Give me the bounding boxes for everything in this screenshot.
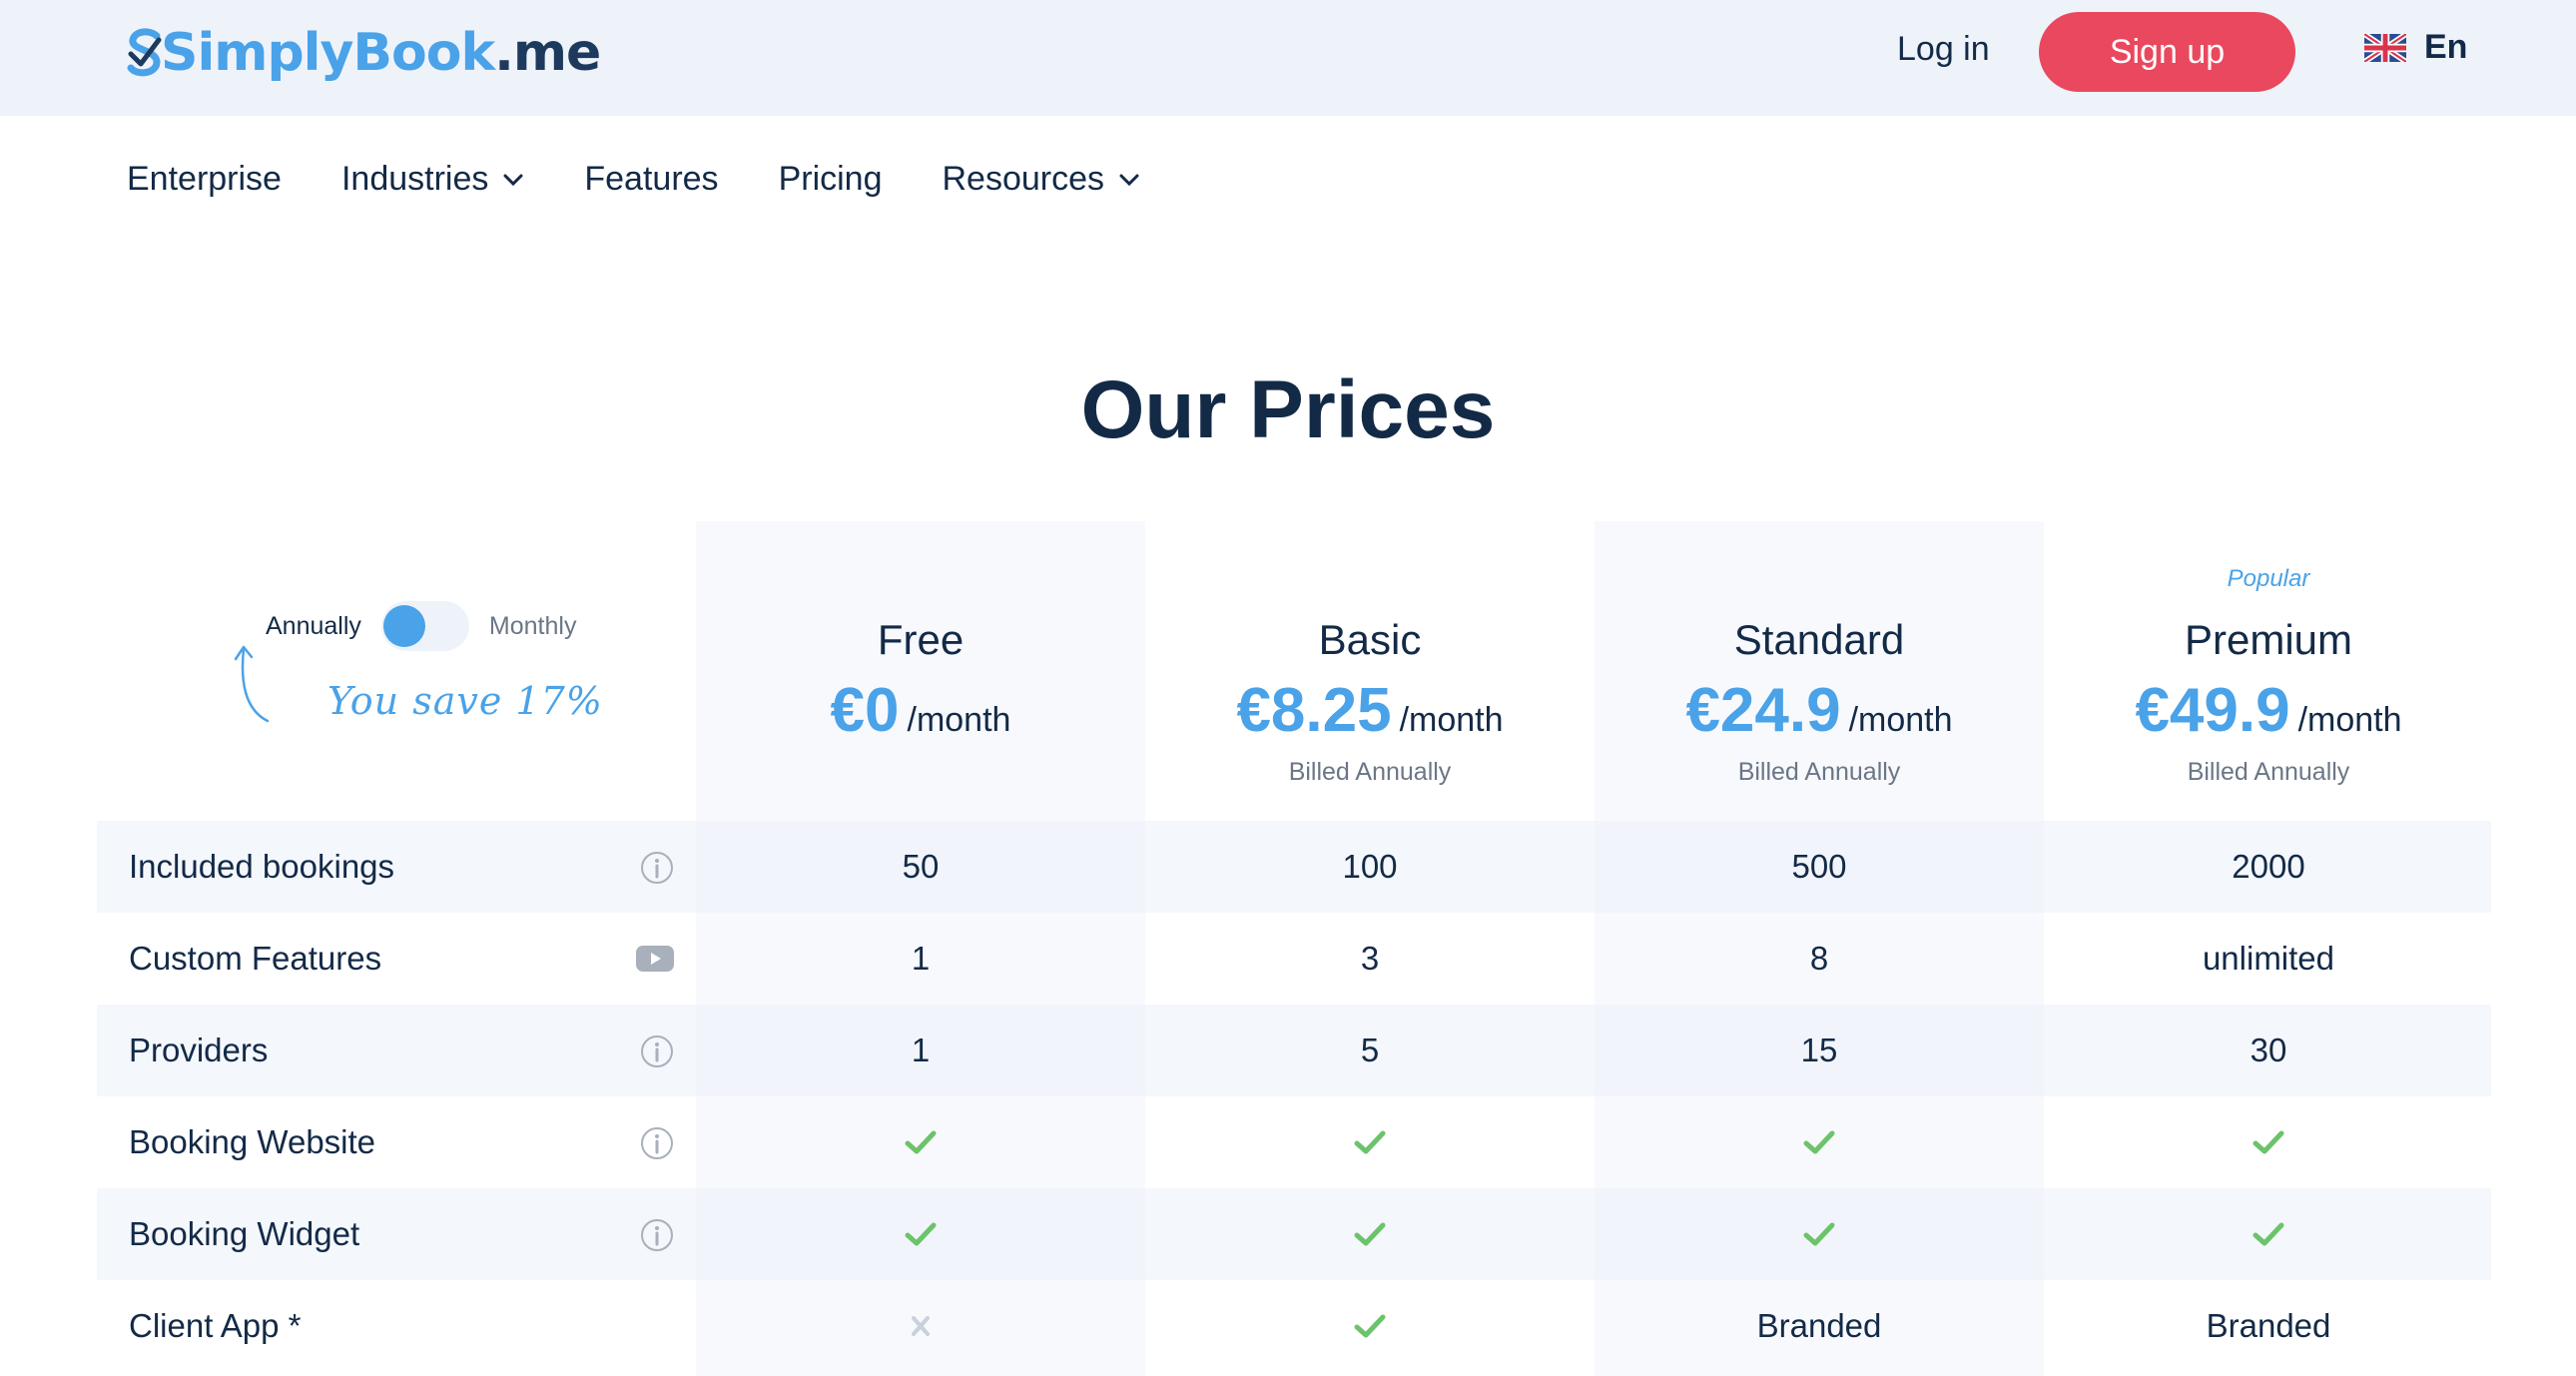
language-label: En <box>2424 28 2468 66</box>
nav-pricing[interactable]: Pricing <box>779 160 883 199</box>
plan-free-price: €0/month <box>696 675 1145 746</box>
check-icon <box>1595 1096 2044 1188</box>
check-icon <box>2044 1188 2493 1280</box>
feature-value: 15 <box>1800 1032 1838 1068</box>
plan-basic-price: €8.25/month <box>1145 675 1595 746</box>
feature-row: Providers 1 5 15 30 <box>97 1005 2491 1096</box>
info-icon[interactable] <box>640 1126 674 1160</box>
feature-row: Client App * Branded Branded <box>97 1280 2491 1372</box>
nav-industries[interactable]: Industries <box>341 160 524 199</box>
feature-value: Branded <box>1756 1307 1882 1344</box>
feature-value: Branded <box>2206 1307 2331 1344</box>
plan-basic-billed: Billed Annually <box>1288 758 1452 786</box>
feature-value: 5 <box>1360 1032 1380 1068</box>
plan-premium-period: /month <box>2297 701 2402 739</box>
plan-basic-period: /month <box>1399 701 1504 739</box>
logo[interactable]: Simply Book .me <box>127 20 601 86</box>
feature-row: Custom Features 1 3 8 unlimited <box>97 913 2491 1005</box>
savings-note: You save 17% <box>327 679 603 723</box>
feature-label: Custom Features <box>129 940 382 977</box>
feature-value: 500 <box>1791 848 1847 885</box>
plan-basic-amount: €8.25 <box>1236 676 1392 745</box>
feature-row: Booking Website <box>97 1096 2491 1188</box>
plan-free-period: /month <box>907 701 1011 739</box>
nav-industries-label: Industries <box>340 160 489 198</box>
main-nav: Enterprise Industries Features Pricing R… <box>127 160 1200 199</box>
plan-standard-billed: Billed Annually <box>1737 758 1901 786</box>
plan-standard-name: Standard <box>1733 616 1905 663</box>
logo-text-book: Book <box>352 23 495 83</box>
feature-value: 30 <box>2250 1032 2287 1068</box>
plan-basic-name: Basic <box>1318 616 1422 663</box>
chevron-down-icon <box>1119 174 1139 186</box>
nav-enterprise-label: Enterprise <box>127 160 282 198</box>
check-icon <box>696 1096 1145 1188</box>
feature-value: 1 <box>911 940 931 977</box>
feature-value: 8 <box>1809 940 1829 977</box>
plan-free-amount: €0 <box>830 676 900 745</box>
plan-premium-amount: €49.9 <box>2135 676 2290 745</box>
feature-label: Booking Website <box>129 1123 376 1160</box>
logo-text-me: .me <box>494 23 601 83</box>
feature-value: 3 <box>1360 940 1380 977</box>
monthly-label[interactable]: Monthly <box>489 612 577 641</box>
plan-standard-price: €24.9/month <box>1595 675 2044 746</box>
login-link[interactable]: Log in <box>1897 30 1990 69</box>
nav-resources[interactable]: Resources <box>943 160 1141 199</box>
language-selector[interactable]: En <box>2364 28 2467 67</box>
check-icon <box>1145 1280 1595 1372</box>
feature-value: 1 <box>911 1032 931 1068</box>
nav-resources-label: Resources <box>942 160 1105 198</box>
logo-text-simply: Simply <box>161 23 353 83</box>
info-icon[interactable] <box>640 1218 674 1252</box>
billing-toggle: Annually Monthly <box>266 601 576 651</box>
chevron-down-icon <box>503 174 523 186</box>
feature-label: Included bookings <box>129 848 395 885</box>
feature-row: Booking Widget <box>97 1188 2491 1280</box>
feature-value: 2000 <box>2232 848 2305 885</box>
plan-premium-billed: Billed Annually <box>2187 758 2350 786</box>
billing-switch[interactable] <box>380 601 469 651</box>
uk-flag-icon <box>2364 33 2406 62</box>
page-title: Our Prices <box>1080 364 1496 455</box>
check-icon <box>1145 1188 1595 1280</box>
plan-standard-period: /month <box>1848 701 1953 739</box>
plan-standard-amount: €24.9 <box>1685 676 1841 745</box>
signup-button[interactable]: Sign up <box>2039 12 2295 92</box>
info-icon[interactable] <box>640 851 674 885</box>
feature-value: 100 <box>1342 848 1398 885</box>
plan-free-name: Free <box>877 616 965 663</box>
nav-enterprise[interactable]: Enterprise <box>127 160 282 199</box>
check-icon <box>1595 1188 2044 1280</box>
check-icon <box>696 1188 1145 1280</box>
feature-value: unlimited <box>2202 940 2335 977</box>
video-icon[interactable] <box>635 944 675 978</box>
cross-icon <box>696 1280 1145 1372</box>
feature-value: 50 <box>902 848 940 885</box>
nav-pricing-label: Pricing <box>778 160 883 198</box>
info-icon[interactable] <box>640 1034 674 1068</box>
nav-features-label: Features <box>584 160 719 198</box>
plan-premium-price: €49.9/month <box>2044 675 2493 746</box>
annually-label[interactable]: Annually <box>266 612 361 641</box>
plan-premium-name: Premium <box>2184 616 2353 663</box>
check-icon <box>1145 1096 1595 1188</box>
top-header: Simply Book .me Log in Sign up En <box>0 0 2576 116</box>
feature-label: Booking Widget <box>129 1215 360 1252</box>
feature-label: Client App * <box>129 1307 302 1344</box>
switch-knob <box>382 605 425 647</box>
check-icon <box>2044 1096 2493 1188</box>
feature-label: Providers <box>129 1032 269 1068</box>
feature-row: Included bookings 50 100 500 2000 <box>97 821 2491 913</box>
popular-badge: Popular <box>2227 565 2310 592</box>
nav-features[interactable]: Features <box>584 160 718 199</box>
logo-s-icon <box>127 26 163 80</box>
